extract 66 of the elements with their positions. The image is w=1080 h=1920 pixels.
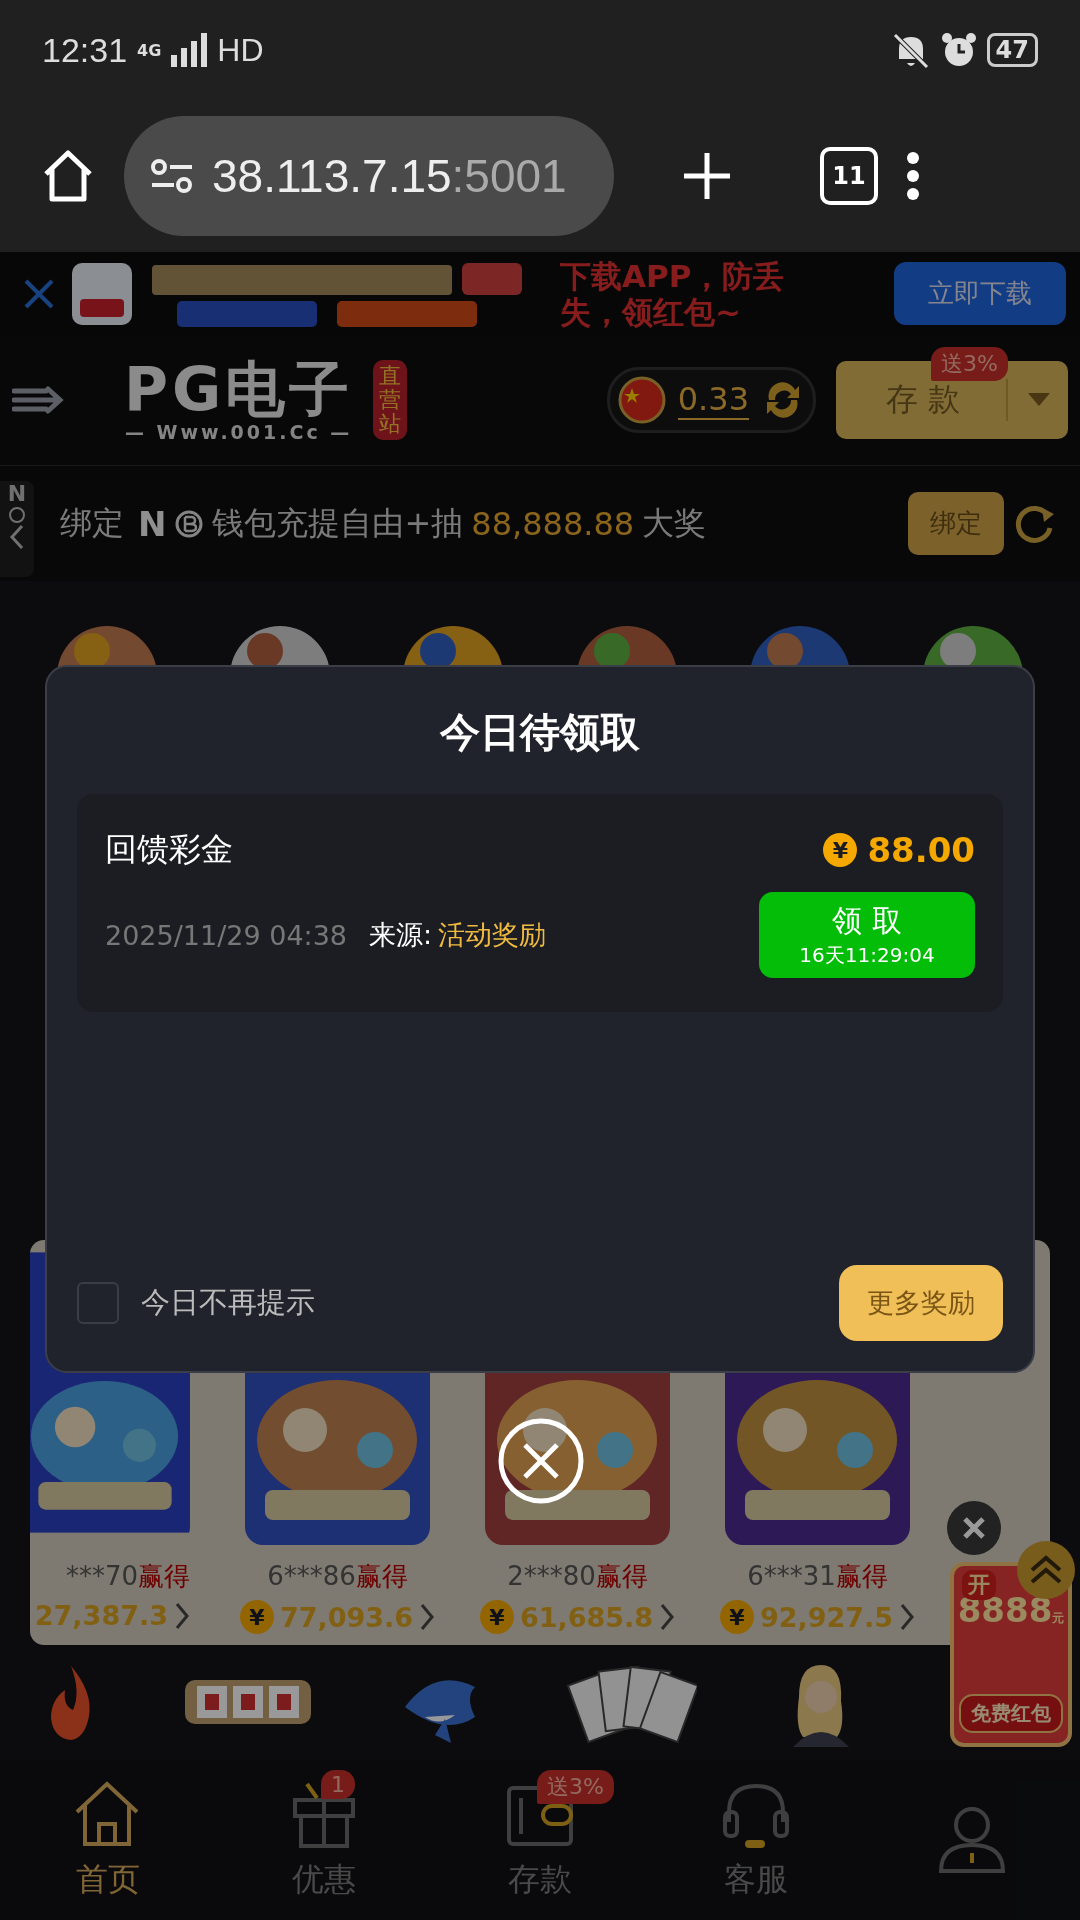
notice-text: 绑定 bbox=[60, 502, 124, 544]
nav-tab[interactable]: 首页 bbox=[0, 1760, 216, 1920]
network-type: 4G bbox=[137, 40, 162, 60]
checkbox[interactable] bbox=[77, 1282, 119, 1324]
side-tab[interactable]: N bbox=[0, 481, 34, 577]
source-value: 活动奖励 bbox=[438, 918, 547, 952]
source-label: 来源: bbox=[369, 918, 433, 952]
coin-icon: ¥ bbox=[823, 833, 858, 867]
hd-label: HD bbox=[217, 31, 264, 69]
clock-time: 12:31 bbox=[42, 30, 128, 70]
bind-button[interactable]: 绑定 bbox=[908, 492, 1004, 555]
chevron-right-icon[interactable] bbox=[899, 1603, 916, 1631]
checkbox-label: 今日不再提示 bbox=[141, 1284, 315, 1321]
more-rewards-button[interactable]: 更多奖励 bbox=[839, 1265, 1003, 1341]
winner-text: ***70赢得 bbox=[65, 1560, 190, 1593]
balance-amount: 0.33 bbox=[677, 380, 749, 420]
reward-name: 回馈彩金 bbox=[105, 829, 233, 870]
plus-icon[interactable] bbox=[682, 151, 732, 201]
dialog-title: 今日待领取 bbox=[439, 708, 641, 757]
notification-badge: 送3% bbox=[537, 1770, 614, 1804]
coin-icon bbox=[174, 508, 205, 539]
nav-tab[interactable]: 1 优惠 bbox=[216, 1760, 432, 1920]
menu-icon[interactable] bbox=[906, 152, 920, 200]
chevron-right-icon[interactable] bbox=[419, 1603, 436, 1631]
logo-tag: 直营站 bbox=[373, 360, 408, 440]
prize-amount: 88,888.88 bbox=[471, 504, 635, 543]
reward-date: 2025/11/29 04:38 bbox=[105, 919, 347, 951]
logo-title: PG电子 bbox=[124, 357, 354, 421]
coin-icon: ¥ bbox=[719, 1600, 754, 1634]
signal-icon bbox=[171, 33, 208, 67]
site-settings-icon bbox=[150, 158, 194, 194]
nav-tab[interactable]: 送3% 存款 bbox=[432, 1760, 648, 1920]
url-text: 38.113.7.15:5001 bbox=[212, 149, 567, 203]
download-button[interactable]: 立即下载 bbox=[894, 262, 1066, 325]
winner-text: 2***80赢得 bbox=[507, 1560, 648, 1593]
address-bar[interactable]: 38.113.7.15:5001 bbox=[124, 116, 614, 236]
battery-level: 47 bbox=[986, 33, 1038, 67]
chevron-right-icon[interactable] bbox=[174, 1601, 190, 1630]
win-amount: 92,927.5 bbox=[759, 1601, 894, 1633]
alarm-icon bbox=[940, 32, 977, 68]
claim-button[interactable]: 领 取 16天11:29:04 bbox=[759, 892, 975, 978]
chevron-right-icon[interactable] bbox=[659, 1603, 676, 1631]
logo-site: — Www.001.Cc — bbox=[124, 421, 353, 443]
coin-icon: ¥ bbox=[239, 1600, 274, 1634]
coin-icon bbox=[8, 506, 26, 524]
reward-amount: 88.00 bbox=[867, 830, 975, 870]
caret-icon[interactable] bbox=[1028, 393, 1050, 407]
close-icon[interactable] bbox=[946, 1500, 1002, 1556]
winner-text: 6***31赢得 bbox=[747, 1560, 888, 1593]
chevron-left-icon bbox=[9, 524, 25, 550]
notice-text: 钱包充提自由+抽 bbox=[212, 502, 464, 544]
tab-count[interactable]: 11 bbox=[820, 147, 878, 205]
notification-badge: 1 bbox=[321, 1770, 355, 1799]
win-amount: 61,685.8 bbox=[519, 1601, 654, 1633]
brand-name: N bbox=[138, 503, 167, 544]
nav-tab[interactable]: 客服 bbox=[648, 1760, 864, 1920]
promo-text: 下载APP，防丢失，领红包~ bbox=[560, 257, 786, 330]
winner-text: 6***86赢得 bbox=[267, 1560, 408, 1593]
side-tab-label: N bbox=[7, 481, 27, 506]
free-packet-label: 免费红包 bbox=[959, 1694, 1063, 1733]
win-amount: 77,093.6 bbox=[279, 1601, 414, 1633]
promo-badge: 送3% bbox=[931, 347, 1008, 381]
flag-icon bbox=[617, 376, 666, 424]
win-amount: 27,387.3 bbox=[34, 1600, 168, 1631]
coin-icon: ¥ bbox=[479, 1600, 514, 1634]
notice-text: 大奖 bbox=[642, 502, 707, 544]
